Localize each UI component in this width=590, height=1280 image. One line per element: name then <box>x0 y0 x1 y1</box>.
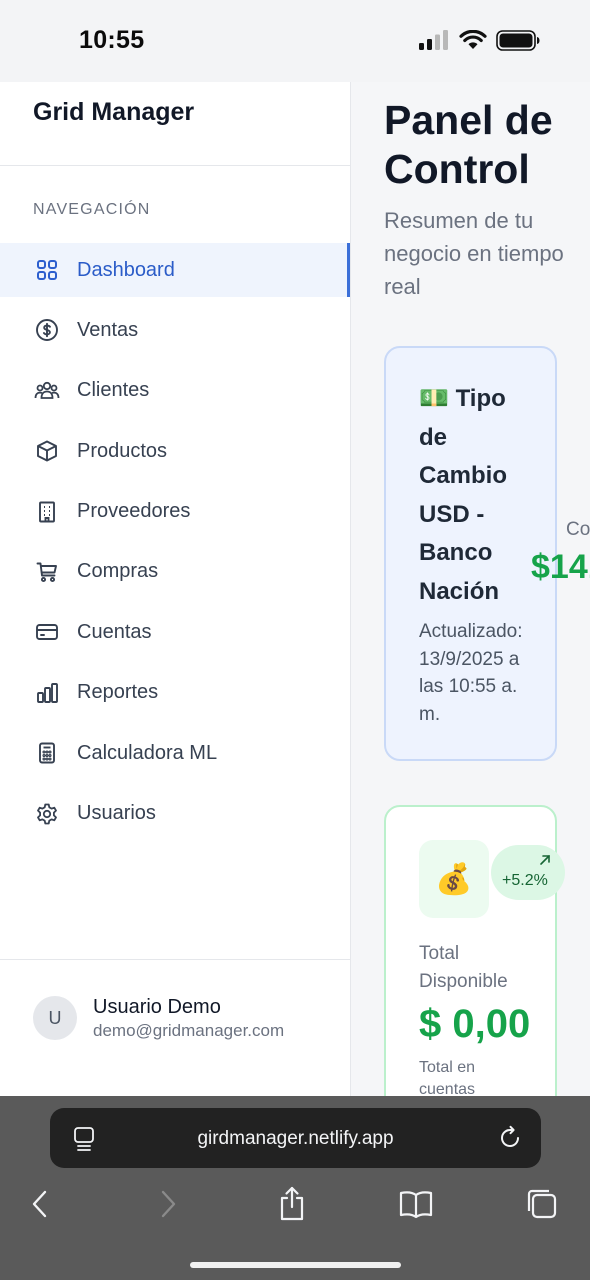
forward-button[interactable] <box>150 1186 186 1222</box>
total-available-card: 💰 +5.2% Total Disponible $ 0,00 Total en… <box>384 805 565 1096</box>
sidebar-item-usuarios[interactable]: Usuarios <box>0 787 350 841</box>
exchange-rate-value: $141 <box>531 548 590 586</box>
back-button[interactable] <box>22 1186 58 1222</box>
arrow-up-right-icon <box>540 855 550 865</box>
cart-icon <box>34 559 60 585</box>
book-icon <box>399 1191 433 1219</box>
user-email: demo@gridmanager.com <box>93 1021 285 1040</box>
box-icon <box>34 438 60 464</box>
sidebar-item-label: Compras <box>77 560 159 583</box>
tabs-icon <box>527 1189 557 1219</box>
exchange-rate-updated: Actualizado: 13/9/2025 a las 10:55 a. m. <box>419 621 523 725</box>
tabs-button[interactable] <box>524 1186 560 1222</box>
dollar-circle-icon <box>34 317 60 343</box>
calculator-icon <box>34 740 60 766</box>
share-icon <box>280 1186 304 1221</box>
sidebar-item-label: Dashboard <box>77 258 175 281</box>
total-caption: Total en cuentas <box>419 1059 476 1096</box>
sidebar-item-clientes[interactable]: Clientes <box>0 364 350 418</box>
sidebar-item-cuentas[interactable]: Cuentas <box>0 605 350 659</box>
sidebar-item-ventas[interactable]: Ventas <box>0 303 350 357</box>
total-value: $ 0,00 <box>419 1002 531 1046</box>
main-content: Panel de Control Resumen de tu negocio e… <box>351 82 590 1096</box>
sidebar-item-label: Reportes <box>77 681 159 704</box>
sidebar: Grid Manager NAVEGACIÓN Dashboard Ventas… <box>0 82 351 1096</box>
total-label: Total Disponible <box>419 943 508 992</box>
exchange-rate-title: 💵 Tipo de Cambio USD - Banco Nación <box>419 380 529 611</box>
growth-value: +5.2% <box>502 872 548 889</box>
status-time: 10:55 <box>79 26 145 54</box>
sidebar-item-label: Ventas <box>77 318 139 341</box>
sidebar-item-proveedores[interactable]: Proveedores <box>0 485 350 539</box>
chevron-right-icon <box>161 1190 176 1218</box>
grid-icon <box>34 257 60 283</box>
sidebar-item-label: Proveedores <box>77 500 191 523</box>
sidebar-item-label: Clientes <box>77 379 150 402</box>
credit-card-icon <box>34 619 60 645</box>
wifi-icon <box>459 30 487 49</box>
browser-toolbar: girdmanager.netlify.app <box>0 1096 590 1280</box>
sidebar-item-label: Cuentas <box>77 620 152 643</box>
sidebar-nav: Dashboard Ventas Clientes Productos Prov… <box>0 243 350 847</box>
chevron-left-icon <box>32 1190 47 1218</box>
exchange-rate-side-label: Co <box>566 519 590 540</box>
exchange-rate-title-text: Tipo de Cambio USD - Banco Nación <box>419 385 508 605</box>
cellular-signal-icon <box>419 30 448 50</box>
reload-icon[interactable] <box>497 1125 523 1151</box>
sidebar-item-label: Calculadora ML <box>77 741 218 764</box>
bookmarks-button[interactable] <box>398 1186 434 1222</box>
bar-chart-icon <box>34 680 60 706</box>
users-icon <box>34 378 60 404</box>
page-title: Panel de Control <box>384 97 553 192</box>
share-button[interactable] <box>274 1186 310 1222</box>
user-name: Usuario Demo <box>93 996 221 1018</box>
sidebar-item-calculadora-ml[interactable]: Calculadora ML <box>0 726 350 780</box>
sidebar-item-reportes[interactable]: Reportes <box>0 666 350 720</box>
brand-title: Grid Manager <box>33 98 195 126</box>
sidebar-item-productos[interactable]: Productos <box>0 424 350 478</box>
sidebar-item-label: Productos <box>77 439 168 462</box>
nav-heading: NAVEGACIÓN <box>33 201 151 218</box>
sidebar-item-dashboard[interactable]: Dashboard <box>0 243 350 297</box>
divider <box>0 165 350 166</box>
gear-icon <box>34 801 60 827</box>
address-bar[interactable]: girdmanager.netlify.app <box>50 1108 541 1168</box>
building-icon <box>34 499 60 525</box>
sidebar-item-compras[interactable]: Compras <box>0 545 350 599</box>
sidebar-item-label: Usuarios <box>77 802 156 825</box>
home-indicator <box>190 1262 401 1268</box>
money-bag-icon: 💰 <box>419 840 489 918</box>
banknote-emoji-icon: 💵 <box>419 385 449 412</box>
battery-icon <box>496 30 540 51</box>
page-subtitle: Resumen de tu negocio en tiempo real <box>384 208 564 299</box>
url-text[interactable]: girdmanager.netlify.app <box>50 1128 541 1150</box>
growth-badge: +5.2% <box>491 845 565 900</box>
avatar[interactable]: U <box>33 996 77 1040</box>
status-bar: 10:55 <box>0 0 590 82</box>
divider <box>0 959 350 960</box>
